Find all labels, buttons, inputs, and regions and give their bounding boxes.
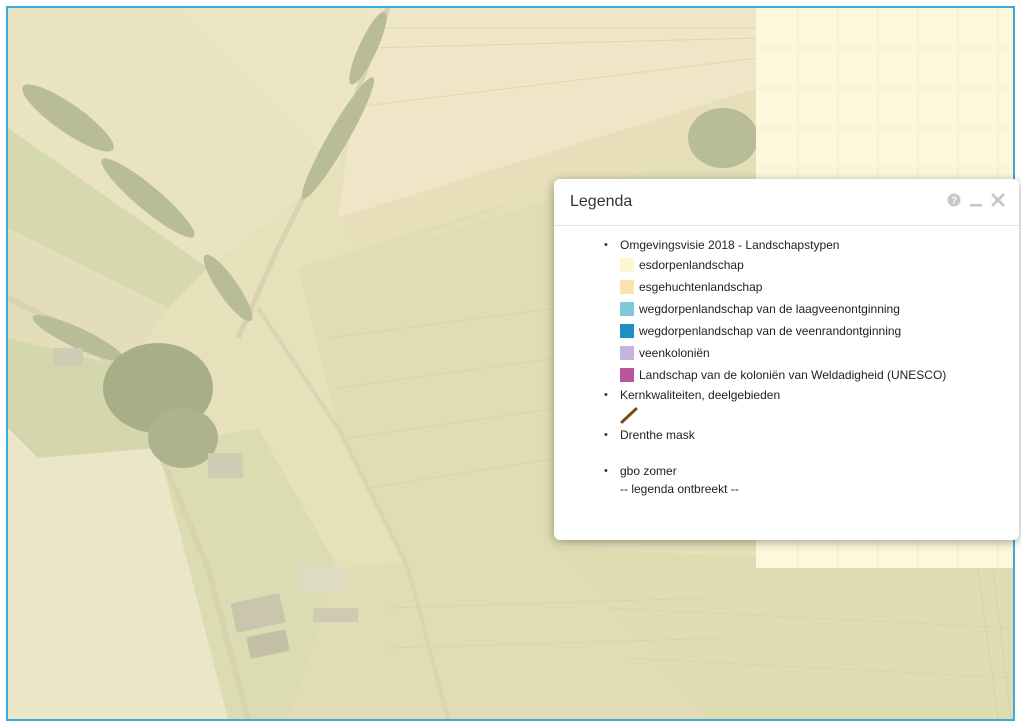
layer-name: Kernkwaliteiten, deelgebieden (620, 388, 781, 402)
legend-panel[interactable]: Legenda ? • Omgevingsvisie 2018 - Landsc… (554, 179, 1019, 540)
legend-controls: ? (947, 192, 1005, 208)
svg-text:?: ? (951, 196, 957, 207)
legend-class-label: esdorpenlandschap (639, 258, 744, 272)
layer-name: Drenthe mask (620, 428, 695, 442)
legend-header[interactable]: Legenda ? (554, 179, 1019, 226)
layer-name: gbo zomer (620, 464, 677, 478)
diagonal-line-icon (620, 407, 638, 424)
legend-class-row: esgehuchtenlandschap (604, 276, 1019, 298)
legend-swatch (620, 280, 634, 294)
bullet: • (604, 429, 608, 441)
legend-class-row: esdorpenlandschap (604, 254, 1019, 276)
forest-patch (148, 408, 218, 468)
question-circle-icon[interactable]: ? (947, 192, 961, 208)
legend-class-label: esgehuchtenlandschap (639, 280, 763, 294)
legend-layer-gbo-zomer: • gbo zomer -- legenda ontbreekt -- (604, 462, 1019, 498)
legend-class-label: Landschap van de koloniën van Weldadighe… (639, 368, 947, 382)
legend-swatch (620, 258, 634, 272)
legend-missing-note: -- legenda ontbreekt -- (620, 482, 739, 496)
legend-class-row: Landschap van de koloniën van Weldadighe… (604, 364, 1019, 386)
bullet: • (604, 389, 608, 401)
legend-body: • Omgevingsvisie 2018 - Landschapstypen … (554, 225, 1019, 540)
close-icon[interactable] (991, 192, 1005, 208)
legend-title: Legenda (570, 193, 633, 210)
legend-class-label: wegdorpenlandschap van de veenrandontgin… (639, 324, 902, 338)
legend-layer-drenthe-mask: • Drenthe mask (604, 426, 1019, 444)
legend-layer-landschapstypen: • Omgevingsvisie 2018 - Landschapstypen … (604, 236, 1019, 386)
legend-class-row: veenkoloniën (604, 342, 1019, 364)
minimize-icon[interactable] (969, 192, 983, 208)
bullet: • (604, 239, 608, 251)
legend-class-label: veenkoloniën (639, 346, 710, 360)
legend-swatch (620, 324, 634, 338)
legend-class-label: wegdorpenlandschap van de laagveenontgin… (639, 302, 900, 316)
layer-name: Omgevingsvisie 2018 - Landschapstypen (620, 238, 840, 252)
line-symbol (604, 404, 1019, 426)
legend-class-row: wegdorpenlandschap van de veenrandontgin… (604, 320, 1019, 342)
legend-swatch (620, 346, 634, 360)
legend-class-row: wegdorpenlandschap van de laagveenontgin… (604, 298, 1019, 320)
bullet: • (604, 465, 608, 477)
legend-swatch (620, 368, 634, 382)
legend-swatch (620, 302, 634, 316)
legend-layer-kernkwaliteiten: • Kernkwaliteiten, deelgebieden (604, 386, 1019, 426)
